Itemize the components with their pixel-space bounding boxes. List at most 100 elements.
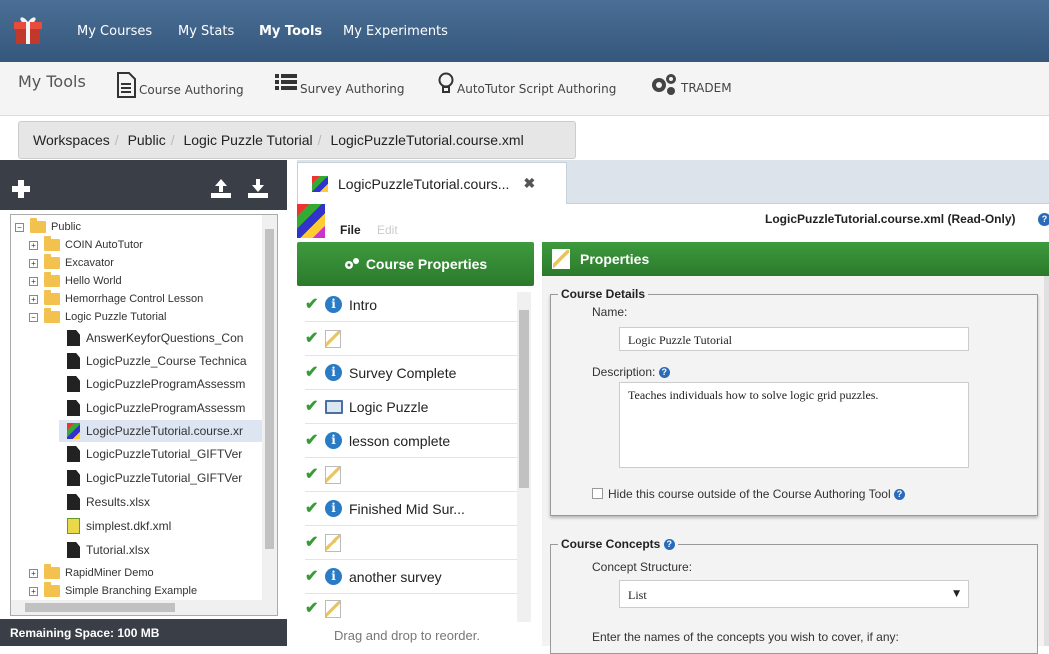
tree-folder-rapidminer[interactable]: + RapidMiner Demo bbox=[29, 564, 154, 582]
expand-icon[interactable]: + bbox=[29, 276, 38, 286]
folder-icon bbox=[44, 290, 60, 305]
description-label: Description: ? bbox=[592, 365, 670, 379]
tree-folder-hello-world[interactable]: + Hello World bbox=[29, 272, 122, 290]
help-icon[interactable]: ? bbox=[1038, 213, 1049, 226]
panel-splitter[interactable] bbox=[534, 242, 542, 646]
list-item[interactable]: ✔ bbox=[305, 458, 517, 492]
help-icon[interactable]: ? bbox=[663, 539, 675, 551]
document-icon bbox=[117, 72, 136, 98]
file-icon bbox=[67, 542, 80, 558]
panel-splitter[interactable] bbox=[287, 160, 297, 646]
course-authoring-button[interactable]: Course Authoring bbox=[116, 72, 244, 98]
check-icon: ✔ bbox=[305, 533, 319, 551]
list-item[interactable]: ✔ i another survey bbox=[305, 560, 517, 594]
tradem-label: TRADEM bbox=[681, 81, 732, 95]
puzzle-icon bbox=[312, 175, 328, 192]
check-icon: ✔ bbox=[305, 567, 319, 585]
concepts-hint: Enter the names of the concepts you wish… bbox=[592, 630, 899, 644]
nav-my-courses[interactable]: My Courses bbox=[77, 24, 152, 39]
expand-icon[interactable]: + bbox=[29, 258, 38, 268]
tree-file[interactable]: Results.xlsx bbox=[67, 491, 150, 513]
scrollbar-thumb[interactable] bbox=[265, 229, 274, 549]
tree-file[interactable]: LogicPuzzle_Course Technica bbox=[67, 350, 247, 372]
expand-icon[interactable]: + bbox=[29, 586, 38, 596]
tree-file[interactable]: simplest.dkf.xml bbox=[67, 515, 171, 537]
check-icon: ✔ bbox=[305, 600, 319, 617]
folder-icon bbox=[44, 308, 60, 323]
list-item[interactable]: ✔ bbox=[305, 594, 517, 624]
file-icon bbox=[67, 400, 80, 416]
list-item[interactable]: ✔ i Finished Mid Sur... bbox=[305, 492, 517, 526]
upload-icon[interactable] bbox=[211, 178, 231, 198]
scrollbar-thumb[interactable] bbox=[519, 310, 529, 488]
tree-vertical-scrollbar[interactable] bbox=[262, 215, 277, 600]
expand-icon[interactable]: + bbox=[29, 294, 38, 304]
file-icon bbox=[67, 494, 80, 510]
help-icon[interactable]: ? bbox=[658, 367, 670, 379]
scrollbar-thumb[interactable] bbox=[25, 603, 175, 612]
info-icon: i bbox=[325, 364, 342, 381]
download-icon[interactable] bbox=[248, 178, 268, 198]
help-icon[interactable]: ? bbox=[893, 489, 905, 501]
add-icon[interactable] bbox=[12, 180, 30, 198]
nav-my-stats[interactable]: My Stats bbox=[178, 24, 234, 39]
tree-file[interactable]: LogicPuzzleProgramAssessm bbox=[67, 373, 245, 395]
lightbulb-icon bbox=[438, 72, 454, 93]
file-menu[interactable]: File bbox=[340, 223, 361, 237]
course-object-list: ✔ i Intro ✔ ✔ i Survey Complete ✔ Logic Puzzl… bbox=[297, 288, 534, 646]
folder-icon bbox=[44, 582, 60, 597]
tree-folder-simple-branching[interactable]: + Simple Branching Example bbox=[29, 582, 197, 600]
collapse-icon[interactable]: − bbox=[29, 312, 38, 322]
tree-folder-logic-puzzle[interactable]: − Logic Puzzle Tutorial bbox=[29, 308, 167, 326]
tree-file-selected[interactable]: LogicPuzzleTutorial.course.xr bbox=[59, 420, 271, 442]
tree-file[interactable]: LogicPuzzleTutorial_GIFTVer bbox=[67, 443, 242, 465]
collapse-icon[interactable]: − bbox=[15, 222, 24, 232]
tree-horizontal-scrollbar[interactable] bbox=[11, 600, 277, 615]
expand-icon[interactable]: + bbox=[29, 568, 38, 578]
survey-authoring-button[interactable]: Survey Authoring bbox=[275, 72, 405, 96]
list-item[interactable]: ✔ i lesson complete bbox=[305, 424, 517, 458]
name-field[interactable]: Logic Puzzle Tutorial bbox=[619, 327, 969, 351]
check-icon: ✔ bbox=[305, 397, 319, 415]
list-icon bbox=[275, 74, 297, 90]
expand-icon[interactable]: + bbox=[29, 240, 38, 250]
edit-menu[interactable]: Edit bbox=[377, 223, 398, 237]
tree-folder-public[interactable]: − Public bbox=[15, 218, 81, 236]
close-tab-icon[interactable]: ✖ bbox=[523, 175, 535, 192]
tab-course-file[interactable]: LogicPuzzleTutorial.cours... ✖ bbox=[297, 162, 567, 204]
breadcrumb-logic-puzzle[interactable]: Logic Puzzle Tutorial bbox=[183, 132, 312, 148]
puzzle-icon bbox=[67, 423, 80, 439]
tree-folder-excavator[interactable]: + Excavator bbox=[29, 254, 114, 272]
list-item[interactable]: ✔ i Intro bbox=[305, 288, 517, 322]
list-item[interactable]: ✔ bbox=[305, 322, 517, 356]
tree-folder-hemorrhage[interactable]: + Hemorrhage Control Lesson bbox=[29, 290, 203, 308]
check-icon: ✔ bbox=[305, 329, 319, 347]
tab-label: LogicPuzzleTutorial.cours... bbox=[338, 175, 510, 192]
nav-my-tools[interactable]: My Tools bbox=[259, 24, 322, 39]
list-item[interactable]: ✔ bbox=[305, 526, 517, 560]
description-field[interactable]: Teaches individuals how to solve logic g… bbox=[619, 382, 969, 468]
course-properties-button[interactable]: Course Properties bbox=[297, 242, 534, 286]
properties-header: Properties bbox=[542, 242, 1049, 276]
info-icon: i bbox=[325, 568, 342, 585]
tree-file[interactable]: Tutorial.xlsx bbox=[67, 539, 150, 561]
check-icon: ✔ bbox=[305, 465, 319, 483]
autotutor-script-button[interactable]: AutoTutor Script Authoring bbox=[438, 72, 616, 96]
monitor-icon bbox=[325, 399, 343, 414]
breadcrumb-workspaces[interactable]: Workspaces bbox=[33, 132, 110, 148]
autotutor-script-label: AutoTutor Script Authoring bbox=[457, 82, 617, 96]
tree-file[interactable]: AnswerKeyforQuestions_Con bbox=[67, 327, 243, 349]
tree-folder-coin[interactable]: + COIN AutoTutor bbox=[29, 236, 143, 254]
gift-logo-icon[interactable] bbox=[14, 14, 42, 46]
check-icon: ✔ bbox=[305, 363, 319, 381]
tree-file[interactable]: LogicPuzzleTutorial_GIFTVer bbox=[67, 467, 242, 489]
properties-scrollbar[interactable] bbox=[1044, 276, 1049, 646]
list-item[interactable]: ✔ Logic Puzzle bbox=[305, 390, 517, 424]
hide-course-checkbox[interactable] bbox=[592, 488, 603, 499]
nav-my-experiments[interactable]: My Experiments bbox=[343, 24, 448, 39]
breadcrumb-public[interactable]: Public bbox=[128, 132, 166, 148]
concept-structure-select[interactable]: List ▼ bbox=[619, 580, 969, 608]
tradem-button[interactable]: TRADEM bbox=[650, 72, 732, 96]
list-item[interactable]: ✔ i Survey Complete bbox=[305, 356, 517, 390]
tree-file[interactable]: LogicPuzzleProgramAssessm bbox=[67, 397, 245, 419]
